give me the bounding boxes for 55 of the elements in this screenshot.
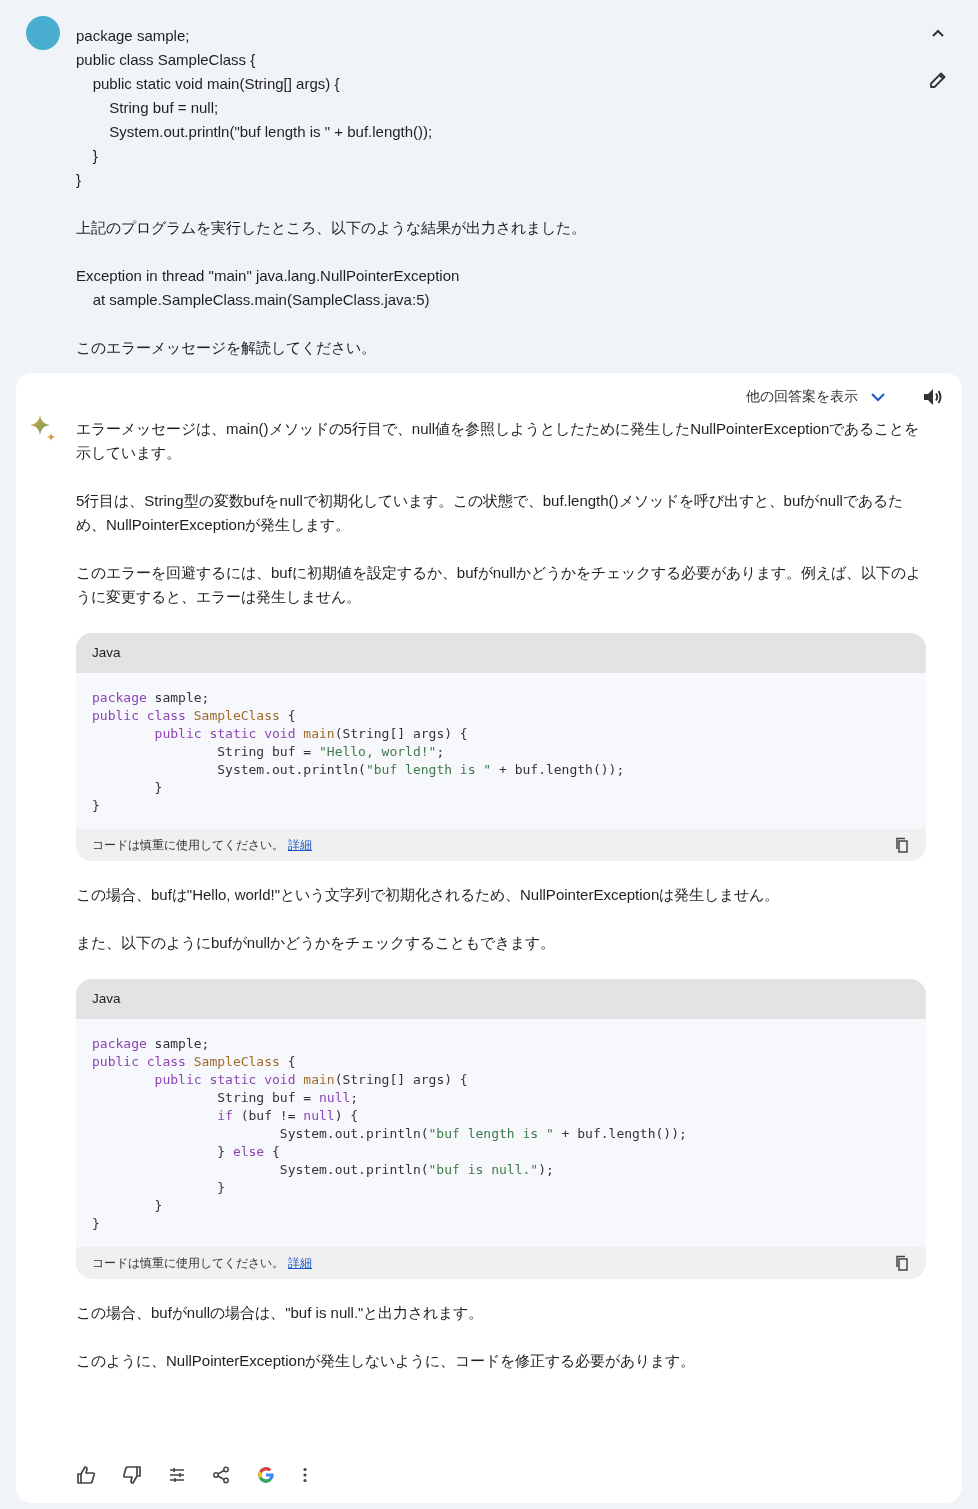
more-vertical-icon <box>302 1467 308 1483</box>
prompt-line: at sample.SampleClass.main(SampleClass.java:5) <box>91 290 431 310</box>
code-line: String buf = null; <box>216 1089 360 1107</box>
thumbs-up-icon <box>76 1465 96 1485</box>
caution-note: コードは慎重に使用してください。 <box>92 1255 284 1272</box>
g-logo-icon <box>256 1465 276 1485</box>
chevron-down-icon <box>870 392 886 402</box>
prompt-line: System.out.println("buf length is " + buf.length()); <box>108 122 434 142</box>
response-paragraph: このエラーを回避するには、bufに初期値を設定するか、bufがnullかどうかをチェックする必要があります。例えば、以下のように変更すると、エラーは発生しません。 <box>76 563 923 607</box>
code-line: System.out.println("buf length is " + buf.length()); <box>278 1125 688 1143</box>
code-line: package sample; <box>92 1035 211 1053</box>
thumbs-down-icon <box>122 1465 142 1485</box>
response-paragraph: 5行目は、String型の変数bufをnullで初期化しています。この状態で、buf.length()メソッドを呼び出すと、bufがnullであるため、NullPointerExceptionが発生します。 <box>76 491 904 535</box>
code-language-header: Java <box>76 633 926 673</box>
copy-icon <box>894 1255 910 1271</box>
response-paragraph: このように、NullPointerExceptionが発生しないように、コードを修正する必要があります。 <box>76 1351 697 1371</box>
details-link[interactable]: 詳細 <box>288 1251 312 1275</box>
show-drafts-button[interactable]: 他の回答案を表示 <box>744 386 860 408</box>
code-line: } <box>153 779 164 797</box>
prompt-line: package sample; <box>76 26 191 46</box>
prompt-line: 上記のプログラムを実行したところ、以下のような結果が出力されました。 <box>76 218 587 238</box>
prompt-line: } <box>91 146 99 166</box>
code-line: } <box>216 1179 227 1197</box>
code-line: } <box>92 1215 101 1233</box>
sliders-icon <box>168 1466 186 1484</box>
code-line: } <box>153 1197 164 1215</box>
code-line: public class SampleClass { <box>92 1053 297 1071</box>
caution-note: コードは慎重に使用してください。 <box>92 837 284 854</box>
copy-icon <box>894 837 910 853</box>
code-line: } else { <box>216 1143 281 1161</box>
response-paragraph: この場合、bufがnullの場合は、"buf is null."と出力されます。 <box>76 1303 485 1323</box>
prompt-line: String buf = null; <box>108 98 220 118</box>
code-line: public static void main(String[] args) { <box>153 1071 469 1089</box>
code-line: System.out.println("buf is null."); <box>278 1161 555 1179</box>
user-avatar <box>26 16 60 50</box>
code-line: String buf = "Hello, world!"; <box>216 743 446 761</box>
prompt-line: Exception in thread "main" java.lang.NullPointerException <box>76 266 461 286</box>
prompt-line: public class SampleClass { <box>76 50 257 70</box>
code-language-header: Java <box>76 979 926 1019</box>
response-paragraph: エラーメッセージは、main()メソッドの5行目で、null値を参照しようとしたために発生したNullPointerExceptionであることを示しています。 <box>76 419 921 463</box>
prompt-line: このエラーメッセージを解読してください。 <box>76 338 377 358</box>
code-line: package sample; <box>92 689 211 707</box>
code-line: public static void main(String[] args) { <box>153 725 469 743</box>
code-line: if (buf != null) { <box>216 1107 360 1125</box>
response-paragraph: また、以下のようにbufがnullかどうかをチェックすることもできます。 <box>76 933 557 953</box>
speaker-icon <box>922 387 944 407</box>
prompt-line: public static void main(String[] args) { <box>91 74 341 94</box>
code-line: System.out.println("buf length is " + buf.length()); <box>216 761 626 779</box>
prompt-line: } <box>76 170 82 190</box>
code-line: } <box>92 797 101 815</box>
response-paragraph: この場合、bufは"Hello, world!"という文字列で初期化されるため、NullPointerExceptionは発生しません。 <box>76 885 781 905</box>
pencil-icon <box>928 70 948 90</box>
share-icon <box>212 1466 230 1484</box>
details-link[interactable]: 詳細 <box>288 833 312 857</box>
code-line: public class SampleClass { <box>92 707 297 725</box>
